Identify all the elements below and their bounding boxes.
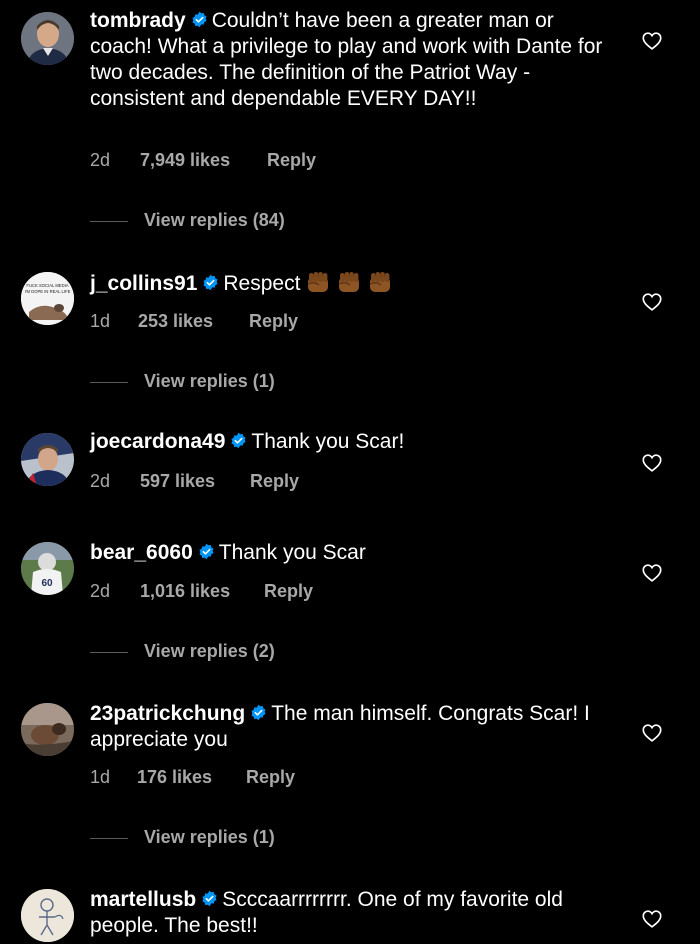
view-replies[interactable]: View replies (1) [90, 371, 275, 392]
avatar-text: I'M DOPE IN REAL LIFE [25, 289, 71, 294]
raised-fist-icon [336, 269, 362, 295]
username[interactable]: martellusb [90, 888, 196, 911]
avatar-text: FUCK SOCIAL MEDIA [26, 283, 68, 288]
reply-button[interactable]: Reply [267, 150, 316, 171]
avatar[interactable] [21, 433, 74, 486]
avatar-image [21, 889, 74, 942]
like-count[interactable]: 597 likes [140, 471, 250, 492]
avatar[interactable] [21, 703, 74, 756]
raised-fist-icon [305, 269, 331, 295]
verified-badge-icon [201, 890, 218, 907]
avatar[interactable] [21, 12, 74, 65]
heart-outline-icon[interactable] [641, 30, 663, 52]
verified-badge-icon [250, 704, 267, 721]
comment-body: joecardona49 Thank you Scar! [90, 429, 620, 455]
avatar-image: 60 [21, 542, 74, 595]
username[interactable]: j_collins91 [90, 272, 197, 295]
heart-outline-icon[interactable] [641, 562, 663, 584]
heart-outline-icon[interactable] [641, 908, 663, 930]
verified-badge-icon [198, 543, 215, 560]
comment-meta: 2d 7,949 likes Reply [90, 150, 316, 171]
reply-button[interactable]: Reply [264, 581, 313, 602]
comment-time: 2d [90, 581, 111, 601]
comment-body: martellusb Scccaarrrrrrrr. One of my favo… [90, 887, 620, 939]
comment-body: bear_6060 Thank you Scar [90, 540, 620, 566]
avatar[interactable] [21, 889, 74, 942]
username[interactable]: tombrady [90, 9, 186, 32]
view-replies-label[interactable]: View replies (2) [144, 641, 275, 661]
like-count[interactable]: 176 likes [137, 767, 246, 788]
comment-time: 2d [90, 150, 111, 170]
verified-badge-icon [202, 274, 219, 291]
reply-button[interactable]: Reply [246, 767, 295, 788]
heart-outline-icon[interactable] [641, 722, 663, 744]
comment-meta: 2d 597 likes Reply [90, 471, 299, 492]
verified-badge-icon [230, 432, 247, 449]
view-replies-label[interactable]: View replies (1) [144, 371, 275, 391]
like-count[interactable]: 1,016 likes [140, 581, 264, 602]
like-count[interactable]: 7,949 likes [140, 150, 267, 171]
reply-button[interactable]: Reply [249, 311, 298, 332]
view-replies[interactable]: View replies (1) [90, 827, 275, 848]
comment-text: Respect [223, 272, 301, 295]
divider [90, 651, 128, 653]
avatar-image: FUCK SOCIAL MEDIA I'M DOPE IN REAL LIFE [21, 272, 74, 325]
comment-body: 23patrickchung The man himself. Congrats … [90, 701, 620, 753]
view-replies-label[interactable]: View replies (1) [144, 827, 275, 847]
heart-outline-icon[interactable] [641, 452, 663, 474]
avatar-image [21, 12, 74, 65]
username[interactable]: joecardona49 [90, 430, 225, 453]
comment-meta: 1d 176 likes Reply [90, 767, 295, 788]
view-replies[interactable]: View replies (2) [90, 641, 275, 662]
comment-time: 1d [90, 311, 111, 331]
reply-button[interactable]: Reply [250, 471, 299, 492]
view-replies-label[interactable]: View replies (84) [144, 210, 285, 230]
heart-outline-icon[interactable] [641, 291, 663, 313]
view-replies[interactable]: View replies (84) [90, 210, 285, 231]
comment-meta: 2d 1,016 likes Reply [90, 581, 313, 602]
comment-body: tombrady Couldn’t have been a greater man… [90, 8, 620, 112]
avatar[interactable]: 60 [21, 542, 74, 595]
comment-time: 1d [90, 767, 111, 787]
avatar-text: 60 [41, 578, 53, 589]
divider [90, 837, 128, 839]
comment-text: Thank you Scar! [251, 430, 405, 453]
verified-badge-icon [191, 11, 208, 28]
avatar[interactable]: FUCK SOCIAL MEDIA I'M DOPE IN REAL LIFE [21, 272, 74, 325]
username[interactable]: 23patrickchung [90, 702, 245, 725]
comment-body: j_collins91 Respect [90, 269, 620, 297]
comment-meta: 1d 253 likes Reply [90, 311, 298, 332]
comment-time: 2d [90, 471, 111, 491]
username[interactable]: bear_6060 [90, 541, 193, 564]
like-count[interactable]: 253 likes [138, 311, 249, 332]
avatar-image [21, 703, 74, 756]
divider [90, 220, 128, 222]
avatar-image [21, 433, 74, 486]
comment-text: Thank you Scar [218, 541, 366, 564]
raised-fist-icon [367, 269, 393, 295]
divider [90, 381, 128, 383]
